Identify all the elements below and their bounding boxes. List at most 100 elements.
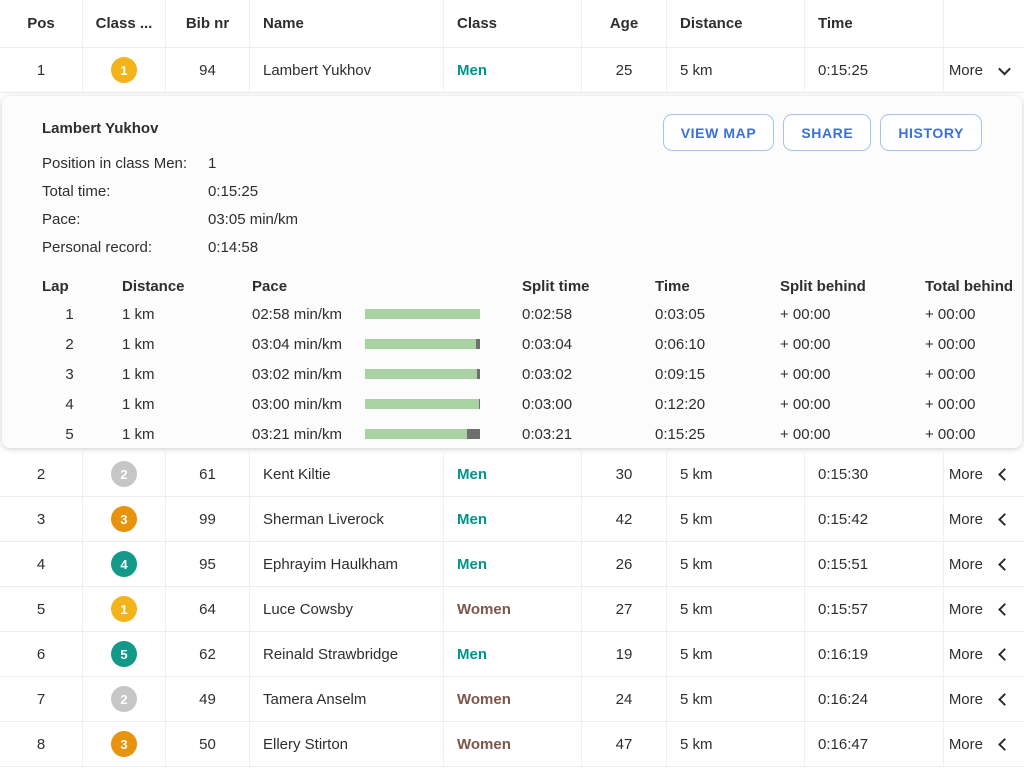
lap-total-behind: + 00:00 [905, 336, 1022, 353]
bib-cell: 49 [166, 677, 250, 721]
chevron-left-icon[interactable] [998, 603, 1011, 616]
col-header-distance: Distance [667, 0, 805, 47]
class-position-badge: 2 [111, 461, 137, 487]
more-button[interactable]: More [949, 466, 983, 483]
name-cell: Ellery Stirton [250, 722, 444, 766]
name-cell: Tamera Anselm [250, 677, 444, 721]
more-button[interactable]: More [949, 646, 983, 663]
lap-distance: 1 km [97, 336, 232, 353]
chevron-left-icon[interactable] [998, 693, 1011, 706]
lap-number: 5 [65, 426, 73, 443]
pace-bar [365, 309, 480, 319]
table-row[interactable]: 4 4 95 Ephrayim Haulkham Men 26 5 km 0:1… [0, 542, 1024, 587]
lap-split-time: 0:03:02 [502, 366, 635, 383]
class-position-badge: 1 [111, 596, 137, 622]
pos-cell: 8 [0, 722, 83, 766]
class-cell: Women [444, 722, 582, 766]
bib-cell: 95 [166, 542, 250, 586]
time-cell: 0:16:19 [805, 632, 944, 676]
field-value: 0:14:58 [208, 239, 1022, 256]
lap-split-behind: + 00:00 [760, 306, 905, 323]
distance-cell: 5 km [667, 587, 805, 631]
time-cell: 0:16:24 [805, 677, 944, 721]
time-cell: 0:15:57 [805, 587, 944, 631]
lap-cumulative-time: 0:03:05 [635, 306, 760, 323]
col-header-more [944, 0, 1024, 47]
class-position-badge: 3 [111, 731, 137, 757]
more-button[interactable]: More [949, 691, 983, 708]
lap-table: Lap Distance Pace Split time Time Split … [2, 273, 1022, 449]
col-header-class-pos: Class ... [83, 0, 166, 47]
pos-cell: 6 [0, 632, 83, 676]
class-cell: Men [444, 452, 582, 496]
col-header-bib: Bib nr [166, 0, 250, 47]
more-button[interactable]: More [949, 601, 983, 618]
lap-distance: 1 km [97, 366, 232, 383]
col-header-name: Name [250, 0, 444, 47]
lap-distance: 1 km [97, 396, 232, 413]
distance-cell: 5 km [667, 452, 805, 496]
lap-total-behind: + 00:00 [905, 366, 1022, 383]
chevron-down-icon[interactable] [998, 62, 1011, 75]
more-button[interactable]: More [949, 62, 983, 79]
history-button[interactable]: HISTORY [880, 114, 982, 151]
table-row[interactable]: 2 2 61 Kent Kiltie Men 30 5 km 0:15:30 M… [0, 452, 1024, 497]
age-cell: 19 [582, 632, 667, 676]
pace-bar [365, 429, 480, 439]
field-value: 03:05 min/km [208, 211, 1022, 228]
lap-number: 4 [65, 396, 73, 413]
time-cell: 0:15:25 [805, 48, 944, 92]
chevron-left-icon[interactable] [998, 558, 1011, 571]
lap-split-time: 0:03:04 [502, 336, 635, 353]
name-cell: Luce Cowsby [250, 587, 444, 631]
table-row[interactable]: 8 3 50 Ellery Stirton Women 47 5 km 0:16… [0, 722, 1024, 767]
lap-number: 3 [65, 366, 73, 383]
lap-cumulative-time: 0:06:10 [635, 336, 760, 353]
class-cell: Women [444, 677, 582, 721]
pos-cell: 5 [0, 587, 83, 631]
more-button[interactable]: More [949, 511, 983, 528]
age-cell: 27 [582, 587, 667, 631]
lap-col-header: Lap [42, 278, 69, 295]
lap-col-header: Split behind [760, 278, 905, 295]
field-label: Position in class Men: [42, 155, 208, 172]
class-position-badge: 1 [111, 57, 137, 83]
class-position-badge: 3 [111, 506, 137, 532]
time-cell: 0:15:42 [805, 497, 944, 541]
lap-pace: 03:21 min/km [252, 426, 357, 443]
runner-detail-panel: Lambert Yukhov VIEW MAP SHARE HISTORY Po… [2, 96, 1022, 448]
table-row[interactable]: 1 1 94 Lambert Yukhov Men 25 5 km 0:15:2… [0, 48, 1024, 93]
table-row[interactable]: 5 1 64 Luce Cowsby Women 27 5 km 0:15:57… [0, 587, 1024, 632]
class-position-badge: 2 [111, 686, 137, 712]
table-row[interactable]: 7 2 49 Tamera Anselm Women 24 5 km 0:16:… [0, 677, 1024, 722]
chevron-left-icon[interactable] [998, 468, 1011, 481]
lap-split-behind: + 00:00 [760, 336, 905, 353]
name-cell: Lambert Yukhov [250, 48, 444, 92]
more-button[interactable]: More [949, 736, 983, 753]
view-map-button[interactable]: VIEW MAP [663, 114, 775, 151]
lap-col-header: Distance [97, 278, 232, 295]
age-cell: 24 [582, 677, 667, 721]
class-position-badge: 5 [111, 641, 137, 667]
chevron-left-icon[interactable] [998, 648, 1011, 661]
table-row[interactable]: 6 5 62 Reinald Strawbridge Men 19 5 km 0… [0, 632, 1024, 677]
lap-col-header: Split time [502, 278, 635, 295]
lap-row: 3 1 km 03:02 min/km 0:03:02 0:09:15 + 00… [2, 359, 1022, 389]
lap-split-time: 0:03:00 [502, 396, 635, 413]
table-row[interactable]: 3 3 99 Sherman Liverock Men 42 5 km 0:15… [0, 497, 1024, 542]
lap-row: 1 1 km 02:58 min/km 0:02:58 0:03:05 + 00… [2, 299, 1022, 329]
distance-cell: 5 km [667, 677, 805, 721]
lap-cumulative-time: 0:09:15 [635, 366, 760, 383]
more-button[interactable]: More [949, 556, 983, 573]
time-cell: 0:16:47 [805, 722, 944, 766]
lap-total-behind: + 00:00 [905, 306, 1022, 323]
lap-split-behind: + 00:00 [760, 366, 905, 383]
share-button[interactable]: SHARE [783, 114, 871, 151]
chevron-left-icon[interactable] [998, 513, 1011, 526]
distance-cell: 5 km [667, 497, 805, 541]
chevron-left-icon[interactable] [998, 738, 1011, 751]
lap-split-time: 0:03:21 [502, 426, 635, 443]
lap-row: 2 1 km 03:04 min/km 0:03:04 0:06:10 + 00… [2, 329, 1022, 359]
pace-bar [365, 339, 480, 349]
age-cell: 42 [582, 497, 667, 541]
